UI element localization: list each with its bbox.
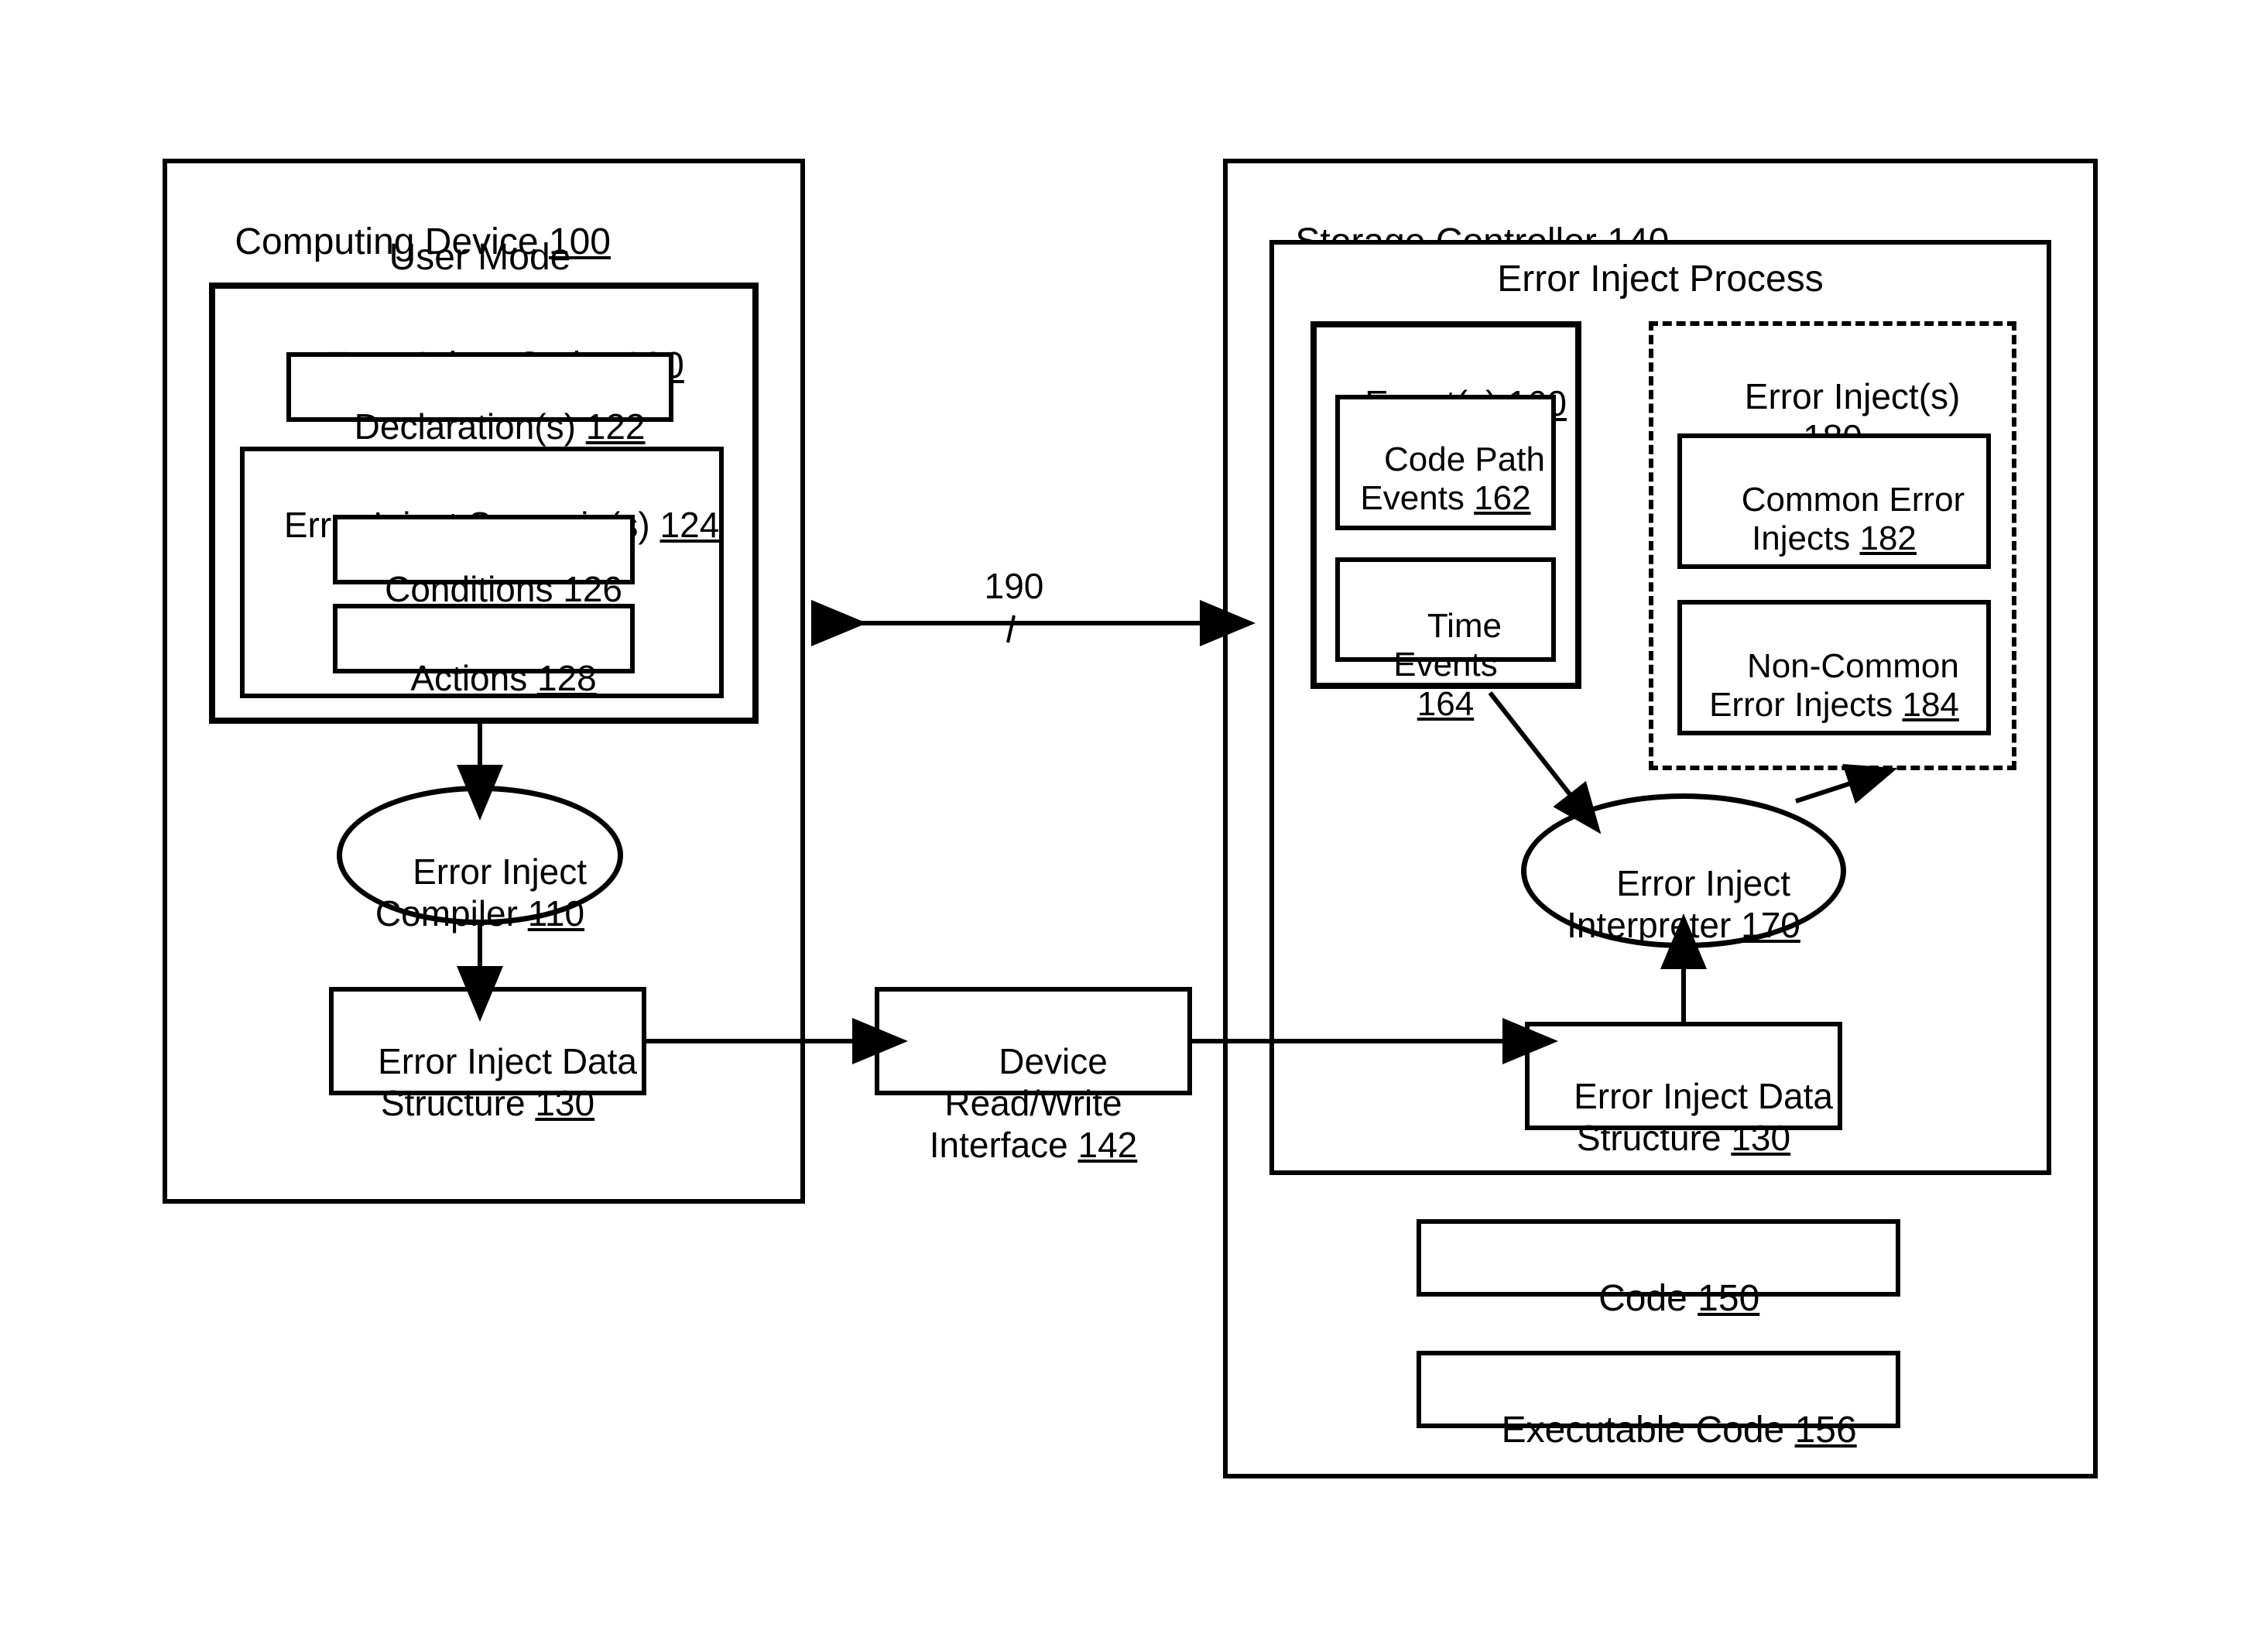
error-inject-process-title: Error Inject Process	[1269, 258, 2051, 300]
code-label: Code 150	[1417, 1235, 1900, 1362]
link-190-label: 190	[975, 565, 1053, 607]
error-inject-interpreter-label: Error InjectInterpreter 170	[1521, 821, 1846, 988]
device-rw-interface-label: Device Read/WriteInterface 142	[875, 999, 1192, 1208]
actions-label: Actions 128	[333, 615, 635, 741]
user-mode-label: User Mode	[325, 236, 635, 279]
error-inject-data-structure-right-label: Error Inject DataStructure 130	[1525, 1033, 1842, 1201]
code-path-events-label: Code PathEvents 162	[1335, 401, 1556, 557]
common-error-injects-label: Common ErrorInjects 182	[1677, 441, 1991, 598]
error-inject-compiler-label: Error InjectCompiler 110	[337, 809, 623, 976]
link-190-tick	[1008, 615, 1014, 642]
non-common-error-injects-label: Non-CommonError Injects 184	[1677, 608, 1991, 764]
time-events-label: Time Events164	[1335, 567, 1556, 763]
error-inject-data-structure-left-label: Error Inject DataStructure 130	[329, 999, 646, 1166]
executable-code-label: Executable Code 156	[1417, 1366, 1900, 1494]
